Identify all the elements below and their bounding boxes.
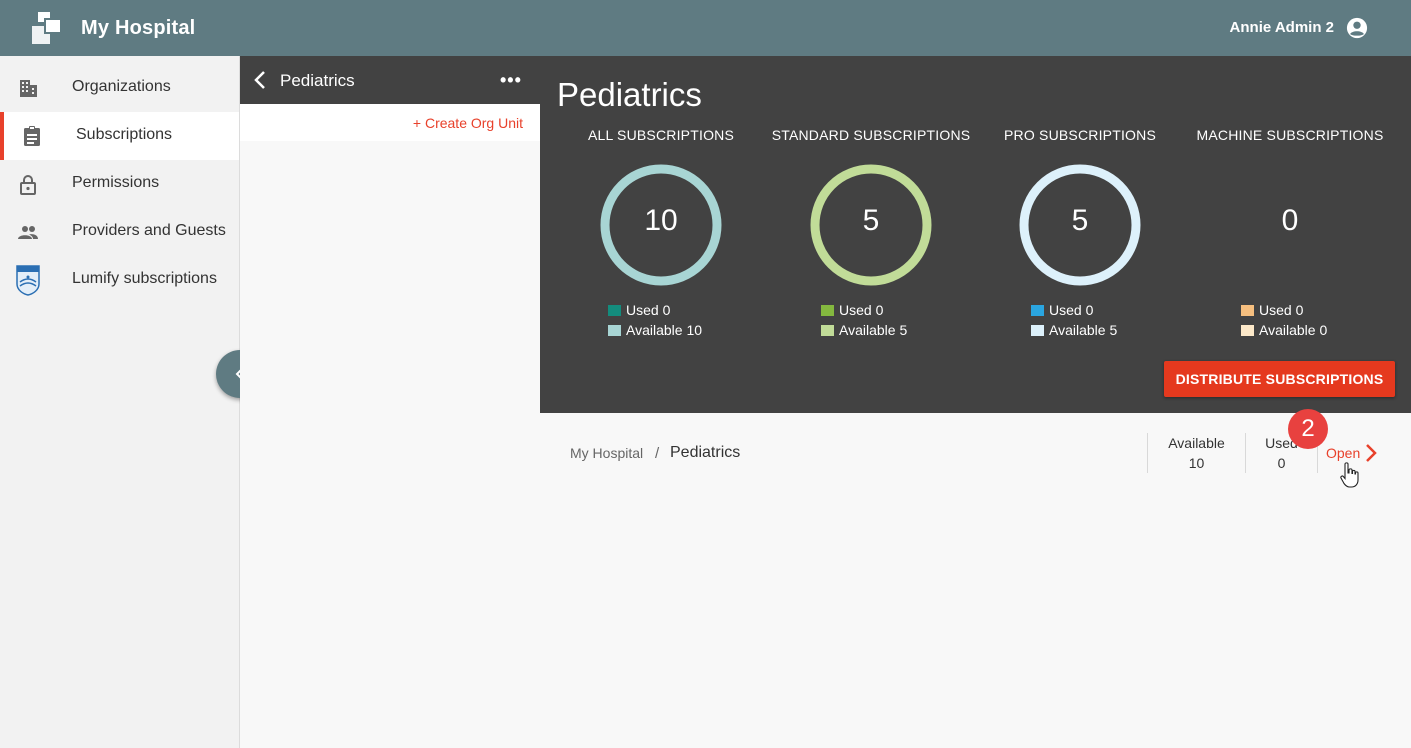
- org-panel: Pediatrics ••• + Create Org Unit: [240, 56, 540, 748]
- sidebar-item-subscriptions[interactable]: Subscriptions: [0, 112, 239, 160]
- org-panel-title: Pediatrics: [280, 71, 355, 90]
- clipboard-icon: [24, 126, 40, 146]
- legend-used: Used 0: [1241, 302, 1303, 318]
- sidebar-item-lumify-subscriptions[interactable]: Lumify subscriptions: [0, 256, 239, 304]
- account-circle-icon[interactable]: [1346, 17, 1368, 39]
- philips-shield-icon: [16, 265, 40, 296]
- stat-pro-subscriptions: PRO SUBSCRIPTIONS 5 Used 0 Available 5: [975, 126, 1185, 346]
- create-org-unit-link[interactable]: + Create Org Unit: [413, 115, 523, 131]
- sidebar-item-label: Lumify subscriptions: [72, 270, 217, 287]
- top-bar: My Hospital Annie Admin 2: [0, 0, 1411, 56]
- stat-heading: PRO SUBSCRIPTIONS: [1004, 127, 1156, 143]
- used-swatch: [821, 305, 834, 316]
- breadcrumb-root-link[interactable]: My Hospital: [570, 445, 643, 461]
- sidebar-item-label: Providers and Guests: [72, 222, 226, 239]
- legend-available: Available 5: [1031, 322, 1117, 338]
- used-swatch: [608, 305, 621, 316]
- distribute-subscriptions-button[interactable]: DISTRIBUTE SUBSCRIPTIONS: [1164, 361, 1395, 397]
- create-org-row: + Create Org Unit: [240, 104, 540, 141]
- legend-available: Available 10: [608, 322, 702, 338]
- breadcrumb-current: Pediatrics: [670, 444, 741, 461]
- legend-label: Used 0: [1259, 302, 1304, 318]
- people-icon: [18, 226, 38, 239]
- available-swatch: [608, 325, 621, 336]
- more-options-icon[interactable]: •••: [500, 70, 522, 91]
- legend-label: Available 5: [1049, 322, 1118, 338]
- stat-heading: STANDARD SUBSCRIPTIONS: [771, 127, 971, 143]
- stat-machine-subscriptions: MACHINE SUBSCRIPTIONS 0 Used 0 Available…: [1185, 126, 1395, 346]
- available-swatch: [1241, 325, 1254, 336]
- sidebar-item-label: Organizations: [72, 78, 171, 95]
- hand-cursor-icon: [1340, 462, 1359, 488]
- breadcrumb-separator: /: [655, 445, 660, 462]
- chevron-right-icon[interactable]: [1364, 443, 1378, 463]
- legend-label: Used 0: [1049, 302, 1094, 318]
- legend-used: Used 0: [821, 302, 883, 318]
- stat-all-subscriptions: ALL SUBSCRIPTIONS 10 Used 0 Available 10: [556, 126, 766, 346]
- app-title: My Hospital: [81, 17, 196, 39]
- subscription-stats-panel: Pediatrics ALL SUBSCRIPTIONS 10 Used 0 A…: [540, 56, 1411, 413]
- available-swatch: [1031, 325, 1044, 336]
- used-swatch: [1031, 305, 1044, 316]
- stat-total: 0: [1281, 204, 1299, 237]
- step-badge: 2: [1288, 409, 1328, 449]
- page-title: Pediatrics: [557, 76, 702, 113]
- back-arrow-icon[interactable]: [252, 70, 268, 90]
- legend-label: Used 0: [626, 302, 671, 318]
- open-link[interactable]: Open: [1326, 445, 1360, 461]
- lock-icon: [20, 175, 36, 195]
- stat-total: 10: [644, 204, 678, 237]
- building-icon: [20, 80, 37, 97]
- stat-heading: MACHINE SUBSCRIPTIONS: [1196, 127, 1384, 143]
- used-swatch: [1241, 305, 1254, 316]
- stat-total: 5: [1071, 204, 1089, 237]
- sidebar: Organizations Subscriptions Permissions …: [0, 56, 240, 748]
- summary-available-label: Available: [1168, 435, 1225, 451]
- legend-used: Used 0: [608, 302, 670, 318]
- user-name[interactable]: Annie Admin 2: [1230, 19, 1334, 36]
- legend-used: Used 0: [1031, 302, 1093, 318]
- org-panel-header: Pediatrics •••: [240, 56, 540, 104]
- sidebar-item-label: Permissions: [72, 174, 160, 191]
- sidebar-item-organizations[interactable]: Organizations: [0, 64, 239, 112]
- legend-label: Available 5: [839, 322, 908, 338]
- sidebar-item-providers-and-guests[interactable]: Providers and Guests: [0, 208, 239, 256]
- legend-available: Available 5: [821, 322, 907, 338]
- sidebar-item-permissions[interactable]: Permissions: [0, 160, 239, 208]
- legend-available: Available 0: [1241, 322, 1327, 338]
- stat-total: 5: [862, 204, 880, 237]
- summary-used-value: 0: [1277, 455, 1286, 471]
- available-swatch: [821, 325, 834, 336]
- summary-available-value: 10: [1188, 455, 1205, 471]
- legend-label: Available 0: [1259, 322, 1328, 338]
- sidebar-item-label: Subscriptions: [76, 126, 173, 143]
- stat-standard-subscriptions: STANDARD SUBSCRIPTIONS 5 Used 0 Availabl…: [766, 126, 976, 346]
- legend-label: Available 10: [626, 322, 703, 338]
- legend-label: Used 0: [839, 302, 884, 318]
- stat-heading: ALL SUBSCRIPTIONS: [587, 127, 735, 143]
- app-logo-icon: [32, 12, 60, 44]
